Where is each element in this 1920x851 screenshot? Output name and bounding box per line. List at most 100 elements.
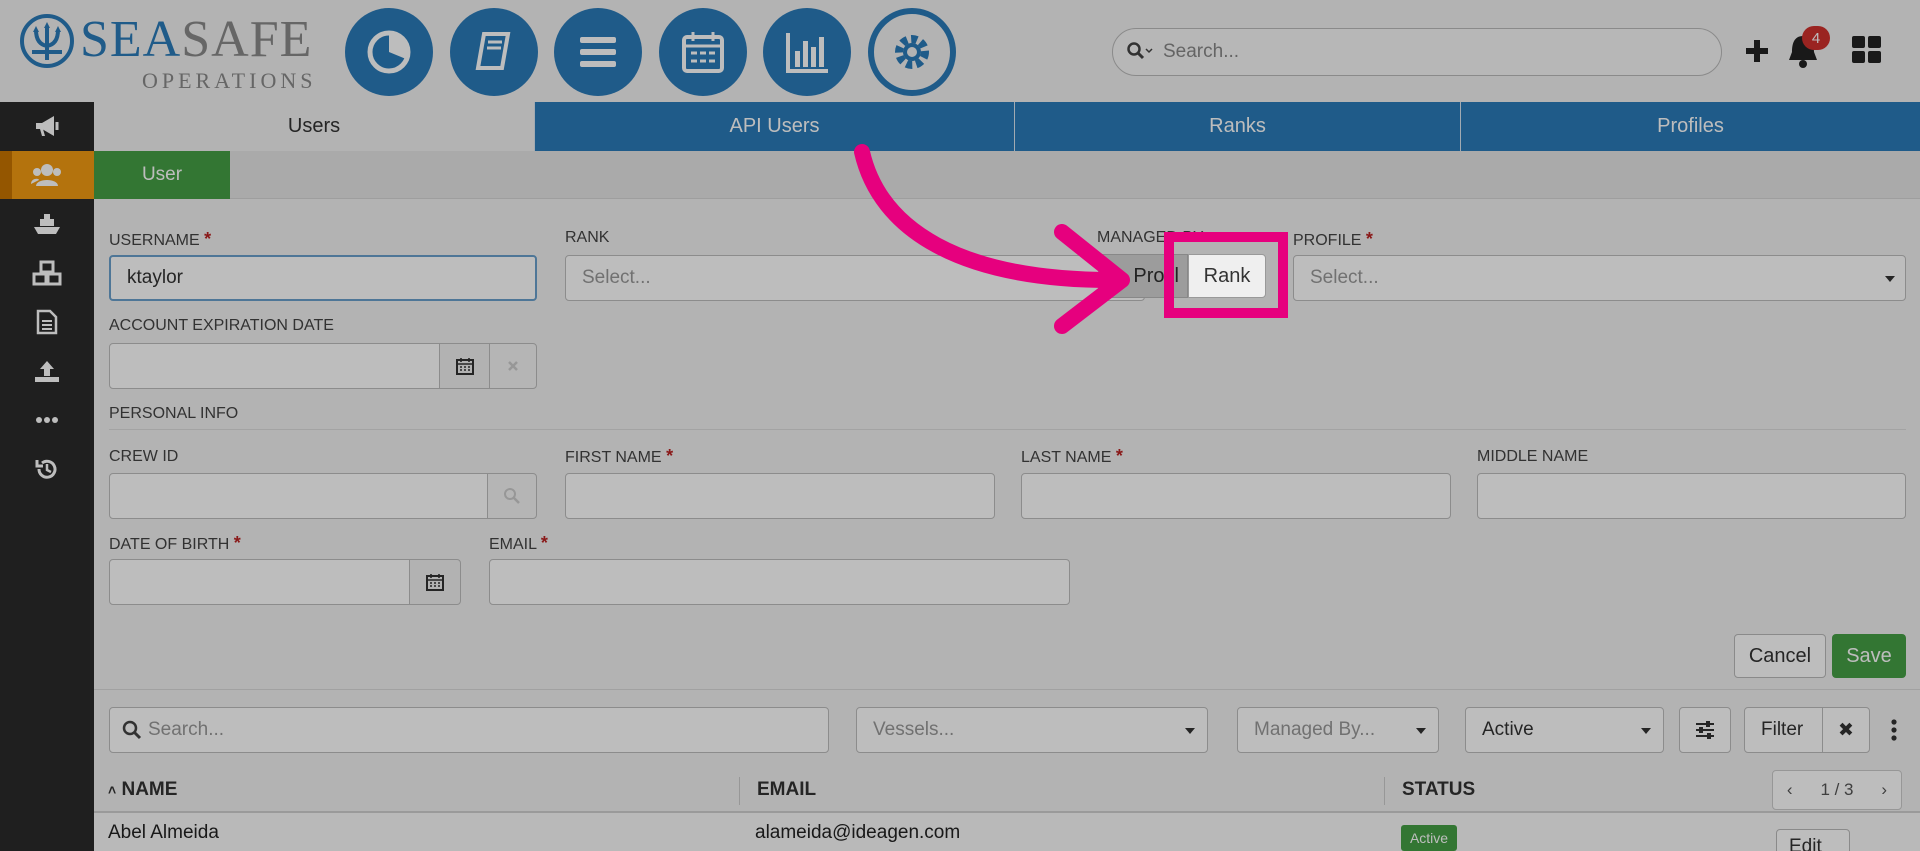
username-field[interactable]: ktaylor: [109, 255, 537, 301]
pager-next-button[interactable]: ›: [1881, 780, 1887, 800]
filter-bar: Search... Vessels... Managed By... Activ…: [94, 689, 1920, 769]
middle-name-field[interactable]: [1477, 473, 1906, 519]
megaphone-icon: [36, 116, 59, 136]
seasafe-logo[interactable]: SEASAFE OPERATIONS: [18, 11, 318, 93]
dob-field[interactable]: [109, 559, 411, 605]
upload-icon: [35, 361, 59, 382]
sidebar-item-vessels[interactable]: [0, 200, 94, 248]
crew-id-search-button[interactable]: [487, 473, 537, 519]
pager-indicator: 1 / 3: [1820, 780, 1854, 799]
account-expiration-field[interactable]: [109, 343, 441, 389]
sidebar-item-users[interactable]: [0, 151, 94, 199]
calendar-icon: [682, 32, 724, 73]
email-field[interactable]: [489, 559, 1070, 605]
last-name-field[interactable]: [1021, 473, 1451, 519]
name-column-header[interactable]: ˄ NAME: [108, 779, 177, 801]
profile-select[interactable]: Select...: [1293, 255, 1906, 301]
chevron-down-icon: [1885, 276, 1895, 282]
crew-id-label: CREW ID: [109, 448, 179, 465]
history-icon: [35, 459, 57, 479]
dob-calendar-button[interactable]: [409, 559, 461, 605]
expiration-calendar-button[interactable]: [439, 343, 491, 389]
status-column-header[interactable]: STATUS: [1402, 779, 1475, 801]
row-name: Abel Almeida: [108, 822, 219, 843]
table-header: ˄ NAME EMAIL STATUS: [94, 769, 1920, 813]
sidebar-item-announcements[interactable]: [0, 102, 94, 150]
column-divider: [1384, 777, 1385, 805]
dob-label: DATE OF BIRTH *: [109, 533, 241, 553]
search-icon: [1127, 42, 1153, 60]
sidebar-item-history[interactable]: [0, 445, 94, 493]
row-email: alameida@ideagen.com: [755, 822, 961, 843]
vessels-filter[interactable]: Vessels...: [856, 707, 1208, 753]
pager-prev-button[interactable]: ‹: [1787, 780, 1793, 800]
calendar-icon: [456, 358, 474, 375]
highlight-box: [1164, 232, 1288, 318]
table-search-input[interactable]: Search...: [109, 707, 829, 753]
edit-button[interactable]: Edit: [1776, 829, 1850, 851]
user-form: USERNAME * ktaylor RANK Select... MANAGE…: [94, 199, 1920, 689]
bar-chart-icon: [786, 33, 828, 73]
tab-ranks[interactable]: Ranks: [1015, 102, 1461, 151]
trident-logo-icon: [20, 14, 74, 68]
chevron-down-icon: [1185, 728, 1195, 734]
global-search-input[interactable]: [1163, 41, 1683, 63]
pie-chart-icon: [367, 30, 411, 74]
sidebar-item-documents[interactable]: [0, 298, 94, 346]
email-label: EMAIL *: [489, 533, 548, 553]
sidebar-item-inventory[interactable]: [0, 249, 94, 297]
email-column-header[interactable]: EMAIL: [757, 779, 816, 801]
first-name-label: FIRST NAME *: [565, 446, 674, 466]
top-bar: SEASAFE OPERATIONS 4: [0, 0, 1920, 102]
status-filter[interactable]: Active: [1465, 707, 1664, 753]
book-icon: [475, 32, 511, 70]
left-sidebar: [0, 102, 94, 851]
username-label: USERNAME *: [109, 229, 212, 249]
account-expiration-label: ACCOUNT EXPIRATION DATE: [109, 317, 334, 334]
search-icon: [122, 720, 142, 740]
cubes-icon: [32, 260, 62, 286]
middle-name-label: MIDDLE NAME: [1477, 448, 1589, 465]
cancel-button[interactable]: Cancel: [1734, 634, 1826, 678]
tab-profiles[interactable]: Profiles: [1461, 102, 1920, 151]
add-icon[interactable]: [1744, 30, 1770, 72]
profile-label: PROFILE *: [1293, 229, 1373, 249]
gear-icon: [895, 35, 929, 69]
ship-icon: [34, 214, 60, 234]
filter-button[interactable]: Filter: [1744, 707, 1824, 753]
notification-badge: 4: [1802, 26, 1830, 50]
filter-options-button[interactable]: [1679, 707, 1731, 753]
kebab-menu-icon[interactable]: [1890, 718, 1898, 742]
table-row[interactable]: Abel Almeida alameida@ideagen.com Active…: [94, 813, 1920, 851]
settings-nav-button[interactable]: [868, 8, 956, 96]
dashboard-nav-button[interactable]: [345, 8, 433, 96]
save-button[interactable]: Save: [1832, 634, 1906, 678]
managed-by-filter[interactable]: Managed By...: [1237, 707, 1439, 753]
rank-select[interactable]: Select...: [565, 255, 1145, 301]
expiration-clear-button[interactable]: [489, 343, 537, 389]
list-nav-button[interactable]: [554, 8, 642, 96]
subtab-user[interactable]: User: [94, 151, 230, 199]
subtab-bar: User: [94, 151, 1920, 199]
tab-api-users[interactable]: API Users: [535, 102, 1015, 151]
pagination: ‹ 1 / 3 ›: [1772, 770, 1902, 810]
clear-filter-button[interactable]: ✖: [1822, 707, 1870, 753]
last-name-label: LAST NAME *: [1021, 446, 1123, 466]
tab-users[interactable]: Users: [94, 102, 535, 151]
apps-grid-icon[interactable]: [1850, 30, 1884, 72]
first-name-field[interactable]: [565, 473, 995, 519]
users-icon: [31, 164, 61, 186]
list-icon: [580, 37, 616, 67]
crew-id-field[interactable]: [109, 473, 489, 519]
sidebar-item-upload[interactable]: [0, 347, 94, 395]
calendar-nav-button[interactable]: [659, 8, 747, 96]
document-icon: [36, 309, 58, 335]
sidebar-item-more[interactable]: [0, 396, 94, 444]
search-icon: [504, 488, 520, 504]
logbook-nav-button[interactable]: [450, 8, 538, 96]
logo-wordmark: SEASAFE: [80, 11, 313, 68]
main-tabs: Users API Users Ranks Profiles: [94, 102, 1920, 151]
reports-nav-button[interactable]: [763, 8, 851, 96]
close-icon: ✖: [1838, 719, 1854, 741]
global-search[interactable]: [1112, 28, 1722, 76]
